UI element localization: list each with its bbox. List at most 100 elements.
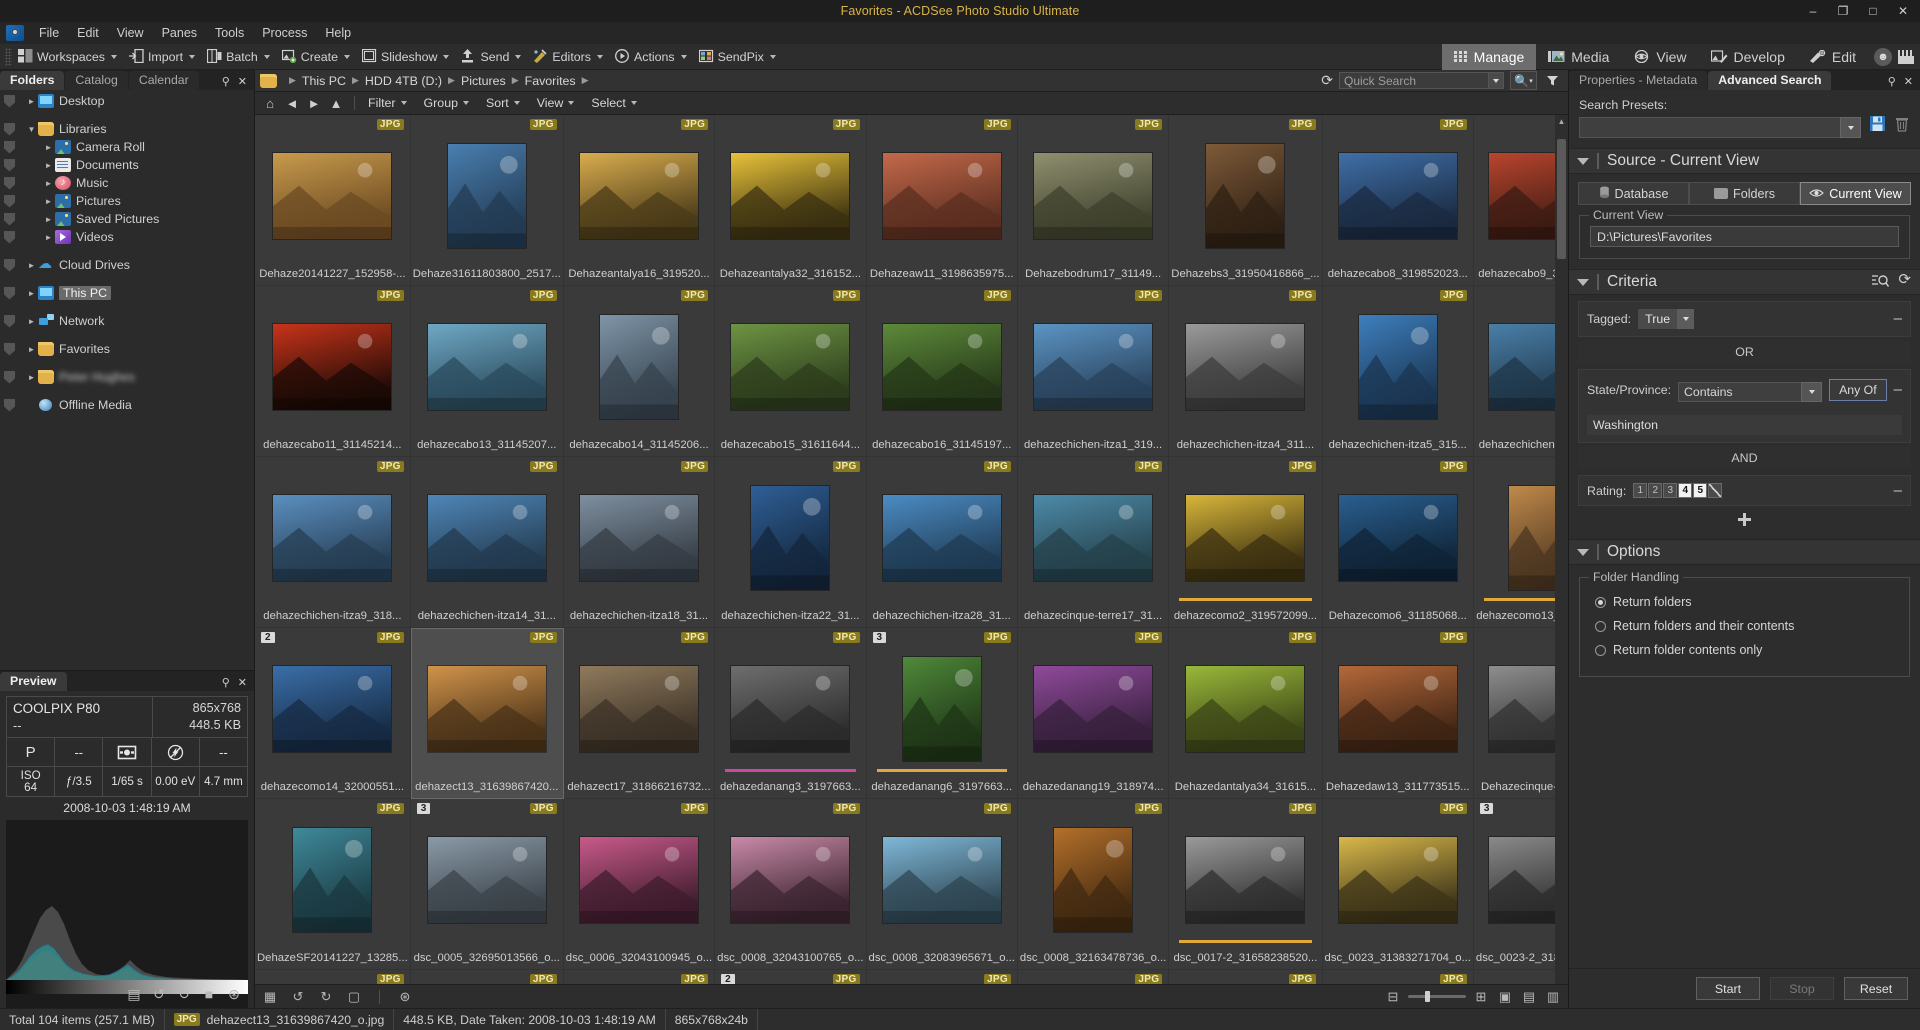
thumbnail-image[interactable]	[867, 286, 1017, 436]
thumbnail-image[interactable]	[867, 457, 1017, 607]
chevron-down-icon[interactable]	[1577, 278, 1589, 286]
zoom-in-icon[interactable]: ⊞	[1472, 988, 1490, 1006]
thumbnail-image[interactable]	[411, 457, 563, 607]
current-view-path[interactable]: D:\Pictures\Favorites	[1590, 226, 1899, 247]
rating-star-1[interactable]: 1	[1633, 483, 1648, 498]
rating-clear-button[interactable]	[1708, 483, 1723, 498]
chevron-down-icon[interactable]	[110, 54, 117, 59]
chevron-down-icon[interactable]	[596, 54, 603, 59]
thumbnail-image[interactable]	[1018, 286, 1168, 436]
thumbnail-image[interactable]	[1169, 115, 1321, 265]
tree-item-videos[interactable]: ► Videos	[0, 228, 254, 246]
grid-scrollbar[interactable]: ▲	[1555, 115, 1568, 984]
thumbnail-cell[interactable]: JPG dehazecabo11_31145214...	[255, 286, 411, 457]
thumbnail-image[interactable]	[1169, 799, 1321, 949]
thumbnail-cell[interactable]: JPG dehazechichen-itza9_318...	[255, 457, 411, 628]
thumbnail-cell[interactable]: JPG dehazecabo16_31145197...	[866, 286, 1018, 457]
rating-star-3[interactable]: 3	[1663, 483, 1678, 498]
save-icon[interactable]: ▤	[126, 986, 142, 1002]
find-icon[interactable]	[1872, 273, 1890, 291]
reset-button[interactable]: Reset	[1844, 977, 1908, 1000]
thumbnail-cell[interactable]: JPG 3 dsc_0005_32695013566_o...	[410, 799, 564, 970]
rating-stars[interactable]: 12345	[1633, 483, 1723, 498]
chevron-right-icon[interactable]: ►	[25, 345, 38, 354]
chevron-down-icon[interactable]	[769, 54, 776, 59]
thumbnail-cell[interactable]: JPG dehazedanang3_3197663...	[715, 628, 867, 799]
chevron-down-icon[interactable]	[1577, 548, 1589, 556]
menu-panes[interactable]: Panes	[153, 23, 206, 43]
zoom-slider-group[interactable]: ⊟ ⊞ ▣ ▤ ▥	[1384, 988, 1562, 1006]
state-province-operator[interactable]: Contains	[1678, 382, 1802, 402]
radio-return-folders-and-contents[interactable]: Return folders and their contents	[1590, 614, 1899, 638]
thumbnail-image[interactable]	[1323, 457, 1473, 607]
tab-catalog[interactable]: Catalog	[65, 71, 128, 90]
trash-icon[interactable]	[1894, 115, 1910, 135]
thumbnail-image[interactable]	[255, 286, 410, 436]
toolbar-workspaces-button[interactable]: Workspaces	[15, 46, 126, 68]
chevron-down-icon[interactable]	[1677, 309, 1695, 329]
menu-edit[interactable]: Edit	[68, 23, 108, 43]
chevron-down-icon[interactable]	[680, 54, 687, 59]
save-icon[interactable]	[1869, 115, 1886, 135]
thumbnail-cell[interactable]: JPG dehazechichen-itza28_31...	[866, 457, 1018, 628]
source-section-header[interactable]: Source - Current View	[1569, 148, 1920, 174]
refresh-icon[interactable]: ⟳	[1321, 72, 1333, 89]
breadcrumb-item-this-pc[interactable]: This PC	[302, 74, 346, 88]
play-to-end-icon[interactable]: ⊛	[226, 986, 242, 1002]
thumbnail-cell-partial[interactable]: JPG	[1322, 970, 1474, 984]
thumbnail-cell-partial[interactable]: JPG	[410, 970, 564, 984]
folder-tree[interactable]: ► Desktop ▼ Libraries ► Camera Roll ► Documents…	[0, 90, 254, 670]
home-icon[interactable]: ⌂	[260, 93, 280, 113]
zoom-slider-knob[interactable]	[1425, 991, 1430, 1002]
thumbnail-cell[interactable]: JPGdehazechichen-itza8_315...	[1473, 286, 1555, 457]
rotate-left-icon[interactable]: ↺	[151, 986, 167, 1002]
chevron-right-icon[interactable]: ►	[42, 215, 55, 224]
chevron-down-icon[interactable]: ▼	[25, 125, 38, 134]
thumbnail-cell[interactable]: JPG 3 dehazedanang6_3197663...	[866, 628, 1018, 799]
zoom-slider-track[interactable]	[1408, 991, 1466, 1002]
tree-item-music[interactable]: ► Music	[0, 174, 254, 192]
chevron-down-icon[interactable]	[189, 54, 196, 59]
rating-star-2[interactable]: 2	[1648, 483, 1663, 498]
chevron-right-icon[interactable]: ►	[25, 317, 38, 326]
thumbnail-cell[interactable]: JPG dehazechichen-itza18_31...	[563, 457, 716, 628]
thumbnail-cell[interactable]: JPG DehazeSF20141227_13285...	[255, 799, 411, 970]
mode-media[interactable]: Media	[1536, 44, 1621, 70]
thumbnail-image[interactable]	[715, 799, 865, 949]
toolbar-send-button[interactable]: Send	[458, 46, 530, 68]
thumbnail-cell[interactable]: JPG dehazechichen-itza1_319...	[1017, 286, 1170, 457]
chevron-down-icon[interactable]	[515, 54, 522, 59]
thumbnail-cell[interactable]: JPG Dehazeantalya32_316152...	[715, 115, 867, 286]
tab-preview[interactable]: Preview	[0, 672, 67, 691]
thumbnail-cell[interactable]: JPGDehazecinque-terre5_32...	[1473, 628, 1555, 799]
thumbnail-cell[interactable]: JPG dehazechichen-itza5_315...	[1322, 286, 1474, 457]
remove-criteria-button[interactable]: –	[1894, 483, 1902, 498]
thumbnail-image[interactable]	[1018, 115, 1168, 265]
tree-item-libraries[interactable]: ▼ Libraries	[0, 120, 254, 138]
criteria-section-header[interactable]: Criteria ⟳	[1569, 269, 1920, 295]
radio-icon[interactable]	[1595, 620, 1606, 632]
thumbnail-cell[interactable]: JPG dsc_0017-2_31658238520...	[1169, 799, 1323, 970]
thumbnail-cell[interactable]: JPG dehazechichen-itza14_31...	[410, 457, 564, 628]
remove-criteria-button[interactable]: –	[1894, 311, 1902, 326]
toolbar-batch-button[interactable]: Batch	[204, 46, 279, 68]
mode-develop[interactable]: Develop	[1699, 44, 1797, 70]
thumbnail-cell[interactable]: JPG dsc_0008_32163478736_o...	[1017, 799, 1170, 970]
thumbnail-cell[interactable]: JPG dehazect17_31866216732...	[563, 628, 716, 799]
thumbnail-image[interactable]	[1323, 115, 1473, 265]
thumbnail-cell-partial[interactable]: JPG 2	[715, 970, 867, 984]
thumbnail-image[interactable]	[1474, 628, 1555, 778]
thumbnail-cell[interactable]: JPG dsc_0023_31383271704_o...	[1322, 799, 1474, 970]
close-icon[interactable]: ✕	[238, 75, 247, 88]
view-detail-icon[interactable]: ▥	[1544, 988, 1562, 1006]
thumbnail-cell-partial[interactable]: JPG	[1017, 970, 1170, 984]
tab-folders[interactable]: Folders	[0, 71, 65, 90]
funnel-icon[interactable]	[1543, 71, 1562, 90]
filter-menu[interactable]: Filter	[363, 94, 417, 112]
thumbnail-cell[interactable]: JPG Dehazecomo6_31185068...	[1322, 457, 1474, 628]
thumbnail-image[interactable]	[1323, 628, 1473, 778]
thumbnail-image[interactable]	[1474, 286, 1555, 436]
thumbnail-cell[interactable]: JPG Dehazedantalya34_31615...	[1169, 628, 1323, 799]
thumbnail-image[interactable]	[1169, 286, 1321, 436]
chevron-right-icon[interactable]: ►	[42, 179, 55, 188]
